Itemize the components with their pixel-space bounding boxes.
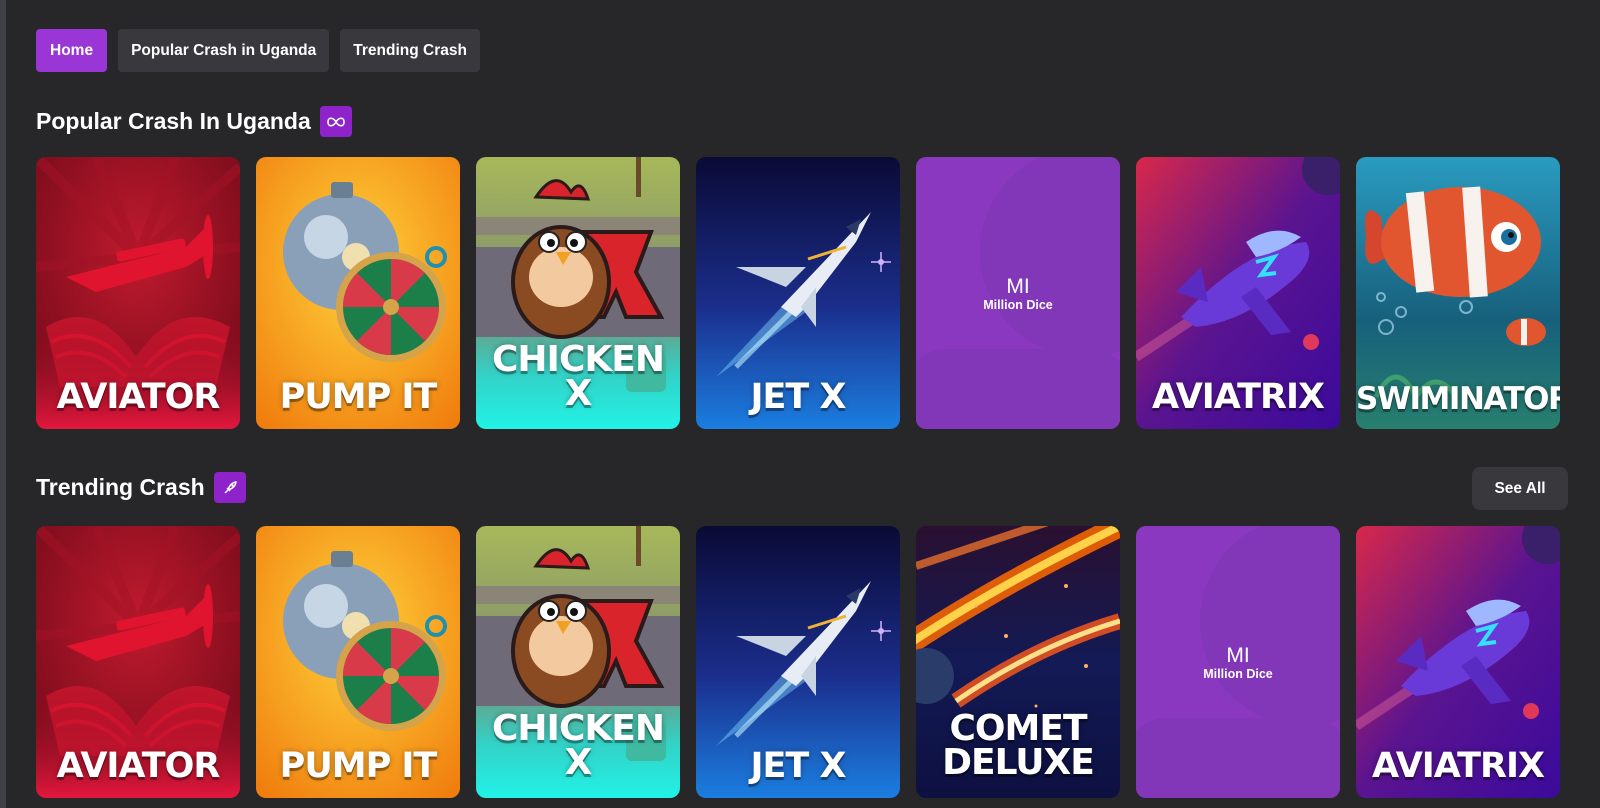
game-title: CHICKEN X <box>476 338 680 414</box>
trending-section-header: Trending Crash <box>36 472 246 503</box>
see-all-button[interactable]: See All <box>1472 467 1568 510</box>
game-card-aviator[interactable]: AVIATOR <box>36 157 240 429</box>
game-card-chicken-x[interactable]: CHICKEN X <box>476 157 680 429</box>
nav-popular-crash-tab[interactable]: Popular Crash in Uganda <box>118 29 330 72</box>
trending-games-row: AVIATOR PUMP IT CHICKEN X JET X COMET DE… <box>36 526 1560 798</box>
game-title-line1: CHICKEN <box>492 338 665 380</box>
game-name: Million Dice <box>1203 667 1273 681</box>
infinity-icon <box>319 106 352 137</box>
game-title: CHICKEN X <box>476 707 680 783</box>
placeholder-text: MI Million Dice <box>1136 645 1340 681</box>
game-card-aviatrix[interactable]: AVIATRIX <box>1356 526 1560 798</box>
trending-section-title: Trending Crash <box>36 474 205 500</box>
game-title: AVIATOR <box>56 377 221 417</box>
game-title-line2: X <box>564 741 593 783</box>
nav-home-tab[interactable]: Home <box>36 29 108 72</box>
game-title-line1: CHICKEN <box>492 707 665 749</box>
game-title: PUMP IT <box>279 377 438 417</box>
game-card-comet-deluxe[interactable]: COMET DELUXE <box>916 526 1120 798</box>
placeholder-decoration <box>916 349 1120 429</box>
placeholder-decoration <box>1136 718 1340 798</box>
game-title-line1: COMET <box>949 707 1088 749</box>
game-card-chicken-x[interactable]: CHICKEN X <box>476 526 680 798</box>
popular-games-row: AVIATOR PUMP IT CHICKEN X JET X MI Milli… <box>36 157 1560 429</box>
game-title-line2: X <box>564 372 593 414</box>
game-title: SWIMINATOR <box>1356 381 1560 417</box>
left-edge-divider <box>0 0 6 808</box>
game-card-aviator[interactable]: AVIATOR <box>36 526 240 798</box>
game-title: COMET DELUXE <box>916 707 1120 783</box>
game-title-line2: DELUXE <box>942 741 1095 783</box>
game-card-jet-x[interactable]: JET X <box>696 157 900 429</box>
game-title: PUMP IT <box>279 746 438 786</box>
nav-trending-crash-tab[interactable]: Trending Crash <box>340 29 480 72</box>
popular-section-header: Popular Crash In Uganda <box>36 106 352 137</box>
game-title: JET X <box>750 746 847 786</box>
game-abbreviation: MI <box>1226 644 1250 667</box>
placeholder-decoration <box>1200 526 1340 726</box>
game-title: AVIATRIX <box>1371 746 1545 786</box>
game-card-pump-it[interactable]: PUMP IT <box>256 526 460 798</box>
game-card-million-dice[interactable]: MI Million Dice <box>916 157 1120 429</box>
game-title: AVIATOR <box>56 746 221 786</box>
game-name: Million Dice <box>983 298 1053 312</box>
game-card-aviatrix[interactable]: AVIATRIX <box>1136 157 1340 429</box>
game-title: AVIATRIX <box>1151 377 1325 417</box>
game-card-swiminator[interactable]: SWIMINATOR <box>1356 157 1560 429</box>
placeholder-text: MI Million Dice <box>916 276 1120 312</box>
top-nav: Home Popular Crash in Uganda Trending Cr… <box>36 29 480 72</box>
placeholder-decoration <box>980 157 1120 357</box>
game-abbreviation: MI <box>1006 275 1030 298</box>
rocket-icon <box>213 472 246 503</box>
game-title: JET X <box>750 377 847 417</box>
game-card-jet-x[interactable]: JET X <box>696 526 900 798</box>
game-card-million-dice[interactable]: MI Million Dice <box>1136 526 1340 798</box>
game-card-pump-it[interactable]: PUMP IT <box>256 157 460 429</box>
popular-section-title: Popular Crash In Uganda <box>36 108 311 134</box>
